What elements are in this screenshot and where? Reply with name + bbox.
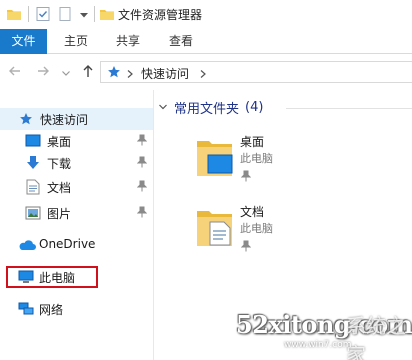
sidebar-item-label: 桌面: [47, 135, 72, 149]
folder-location: 此电脑: [240, 152, 273, 165]
folder-name: 桌面: [240, 135, 265, 149]
pin-icon[interactable]: [136, 180, 148, 192]
sidebar-item-label: 文档: [47, 181, 72, 195]
tab-home[interactable]: 主页: [53, 29, 99, 54]
download-icon: [25, 155, 41, 174]
new-folder-icon[interactable]: [57, 6, 73, 25]
cloud-icon: [18, 239, 36, 254]
section-divider: [286, 108, 412, 109]
pin-icon[interactable]: [240, 240, 252, 255]
recent-locations-chevron-icon[interactable]: [61, 66, 71, 82]
sidebar-item-label: 快速访问: [40, 113, 89, 127]
folder-icon: [6, 6, 22, 25]
section-header[interactable]: 常用文件夹 (4): [158, 98, 263, 117]
navigation-bar: 快速访问: [0, 54, 412, 90]
folder-tile-documents[interactable]: 文档 此电脑: [196, 203, 356, 269]
properties-icon[interactable]: [35, 6, 51, 25]
forward-arrow-icon[interactable]: [36, 64, 50, 82]
desktop-icon: [25, 134, 41, 151]
navigation-pane: 快速访问 桌面 下载 文档 图片 OneDrive 此电脑 网络: [0, 90, 153, 360]
star-icon: [19, 112, 33, 129]
up-arrow-icon[interactable]: [81, 64, 95, 82]
chevron-down-icon[interactable]: [79, 9, 89, 23]
this-pc-highlight-box: [6, 266, 98, 288]
desktop-folder-icon: [196, 137, 234, 182]
document-icon: [26, 179, 40, 198]
section-count: (4): [245, 100, 264, 115]
documents-folder-icon: [196, 207, 234, 252]
watermark-url: www.win7.com: [284, 340, 352, 350]
sidebar-item-label: OneDrive: [39, 237, 96, 251]
title-bar: 文件资源管理器: [0, 0, 412, 29]
pin-icon[interactable]: [136, 206, 148, 218]
separator: [94, 6, 95, 22]
network-icon: [18, 301, 34, 320]
star-icon: [107, 65, 121, 82]
pin-icon[interactable]: [136, 156, 148, 168]
sidebar-item-label: 图片: [47, 207, 72, 221]
address-bar[interactable]: 快速访问: [100, 61, 412, 83]
sidebar-item-desktop[interactable]: 桌面: [0, 130, 153, 152]
watermark: 52xitong.com 系统之家 www.win7.com: [218, 296, 412, 360]
breadcrumb-chevron-icon[interactable]: [199, 68, 207, 82]
sidebar-item-pictures[interactable]: 图片: [0, 202, 153, 224]
sidebar-item-label: 下载: [47, 157, 72, 171]
breadcrumb[interactable]: 快速访问: [141, 65, 189, 82]
separator: [28, 6, 29, 22]
back-arrow-icon[interactable]: [8, 64, 22, 82]
sidebar-item-downloads[interactable]: 下载: [0, 152, 153, 174]
folder-tile-desktop[interactable]: 桌面 此电脑: [196, 133, 356, 199]
tab-share[interactable]: 共享: [105, 29, 151, 54]
sidebar-item-network[interactable]: 网络: [0, 298, 153, 320]
tab-view[interactable]: 查看: [158, 29, 204, 54]
watermark-extra: 系统之家: [346, 314, 406, 360]
window-title: 文件资源管理器: [118, 8, 203, 22]
sidebar-item-onedrive[interactable]: OneDrive: [0, 234, 153, 256]
folder-location: 此电脑: [240, 222, 273, 235]
sidebar-item-documents[interactable]: 文档: [0, 176, 153, 198]
pictures-icon: [25, 206, 41, 223]
folder-icon: [99, 6, 115, 25]
folder-name: 文档: [240, 205, 265, 219]
ribbon-tabs: 文件 主页 共享 查看: [0, 29, 412, 54]
pin-icon[interactable]: [136, 134, 148, 146]
chevron-down-icon[interactable]: [158, 101, 168, 115]
section-title: 常用文件夹: [174, 102, 240, 117]
sidebar-item-label: 网络: [39, 303, 64, 317]
breadcrumb-chevron-icon[interactable]: [126, 68, 134, 82]
tab-file[interactable]: 文件: [0, 29, 47, 54]
pin-icon[interactable]: [240, 170, 252, 185]
sidebar-item-quick-access[interactable]: 快速访问: [0, 108, 153, 130]
